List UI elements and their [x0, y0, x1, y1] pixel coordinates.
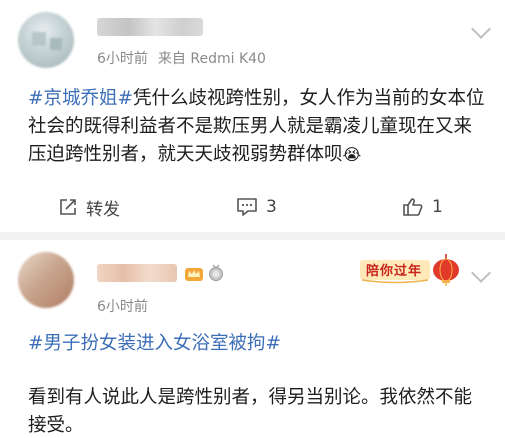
like-count: 1	[432, 197, 443, 217]
medal-badge-icon[interactable]	[208, 264, 224, 282]
post-separator	[0, 232, 505, 240]
comment-button[interactable]: 3	[236, 196, 277, 218]
username-blurred[interactable]	[97, 18, 203, 36]
crown-badge-icon[interactable]	[184, 264, 204, 282]
hashtag-link[interactable]: #男子扮女装进入女浴室被拘#	[28, 330, 281, 358]
hashtag-link[interactable]: #京城乔姐#	[28, 88, 133, 109]
share-button[interactable]: 转发	[58, 196, 120, 220]
crying-emoji: 😭	[342, 145, 362, 164]
post-meta: 6小时前 来自 Redmi K40	[97, 48, 266, 68]
like-button[interactable]: 1	[402, 196, 443, 218]
share-label: 转发	[86, 199, 120, 220]
post-body: #京城乔姐#凭什么歧视跨性别，女人作为当前的女本位社会的既得利益者不是欺压男人就…	[28, 85, 490, 169]
share-icon	[60, 199, 76, 215]
post-time: 6小时前	[97, 51, 148, 67]
like-icon	[403, 198, 423, 216]
post-card: 6小时前 来自 Redmi K40 #京城乔姐#凭什么歧视跨性别，女人作为当前的女…	[0, 0, 505, 232]
comment-count: 3	[266, 197, 277, 217]
new-year-banner-text: 陪你过年	[366, 264, 423, 279]
username-blurred[interactable]	[97, 264, 177, 282]
post-time: 6小时前	[97, 299, 148, 315]
chevron-down-icon[interactable]	[471, 19, 491, 39]
avatar[interactable]	[18, 252, 74, 308]
post-source: 来自 Redmi K40	[157, 51, 266, 67]
lantern-icon	[433, 254, 459, 286]
comment-icon	[237, 198, 257, 216]
avatar[interactable]	[18, 12, 74, 68]
user-badges	[184, 264, 224, 282]
post-body-text: 看到有人说此人是跨性别者，得另当别论。我依然不能接受。	[28, 387, 473, 436]
